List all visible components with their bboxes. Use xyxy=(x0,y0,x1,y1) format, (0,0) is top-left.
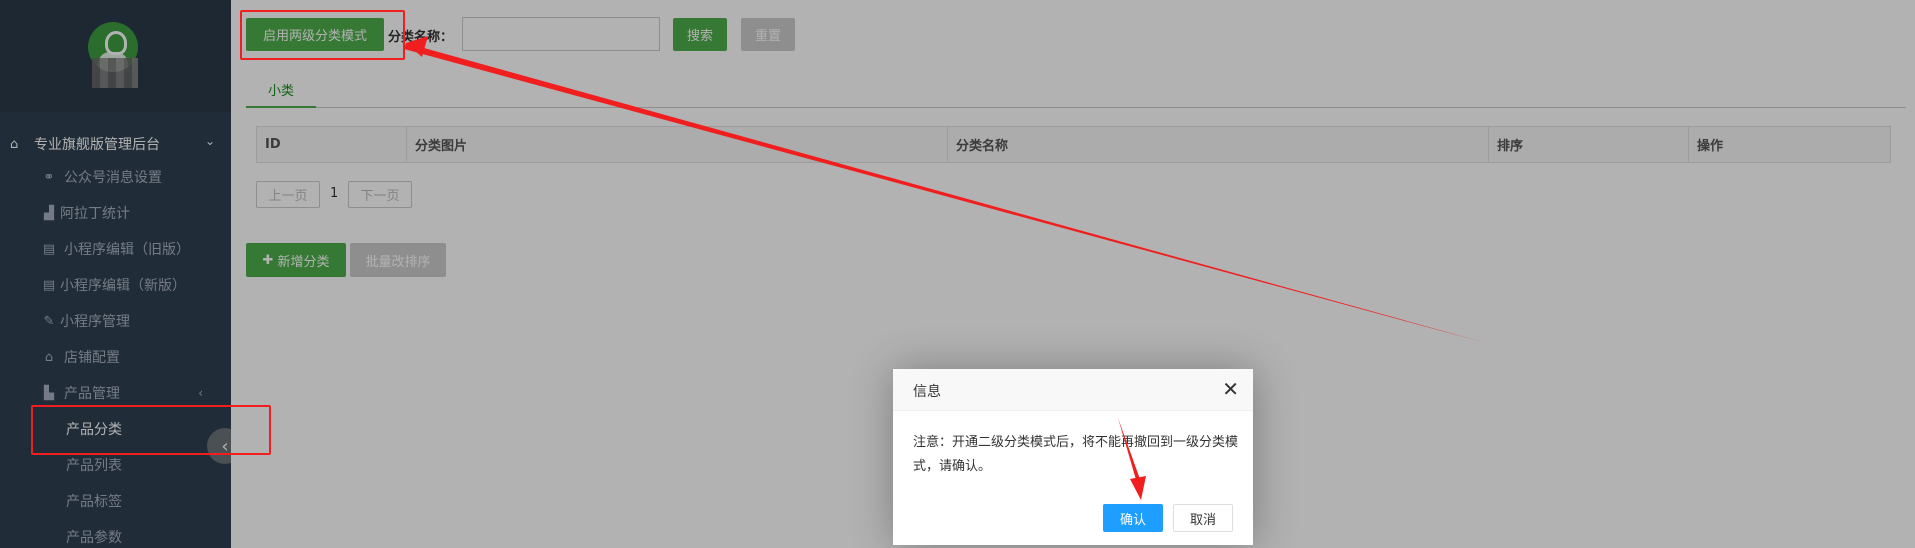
confirm-button[interactable]: 确认 xyxy=(1103,504,1163,532)
annotation-highlight-product-category xyxy=(31,405,271,455)
confirm-dialog: 信息 ✕ 注意：开通二级分类模式后，将不能再撤回到一级分类模式，请确认。 确认 … xyxy=(893,369,1253,545)
annotation-highlight-enable-button xyxy=(240,10,405,60)
close-icon[interactable]: ✕ xyxy=(1222,377,1239,401)
cancel-button[interactable]: 取消 xyxy=(1173,504,1233,532)
dialog-message: 注意：开通二级分类模式后，将不能再撤回到一级分类模式，请确认。 xyxy=(913,435,1239,474)
dialog-title: 信息 xyxy=(913,384,941,400)
dialog-header: 信息 ✕ xyxy=(893,369,1253,411)
